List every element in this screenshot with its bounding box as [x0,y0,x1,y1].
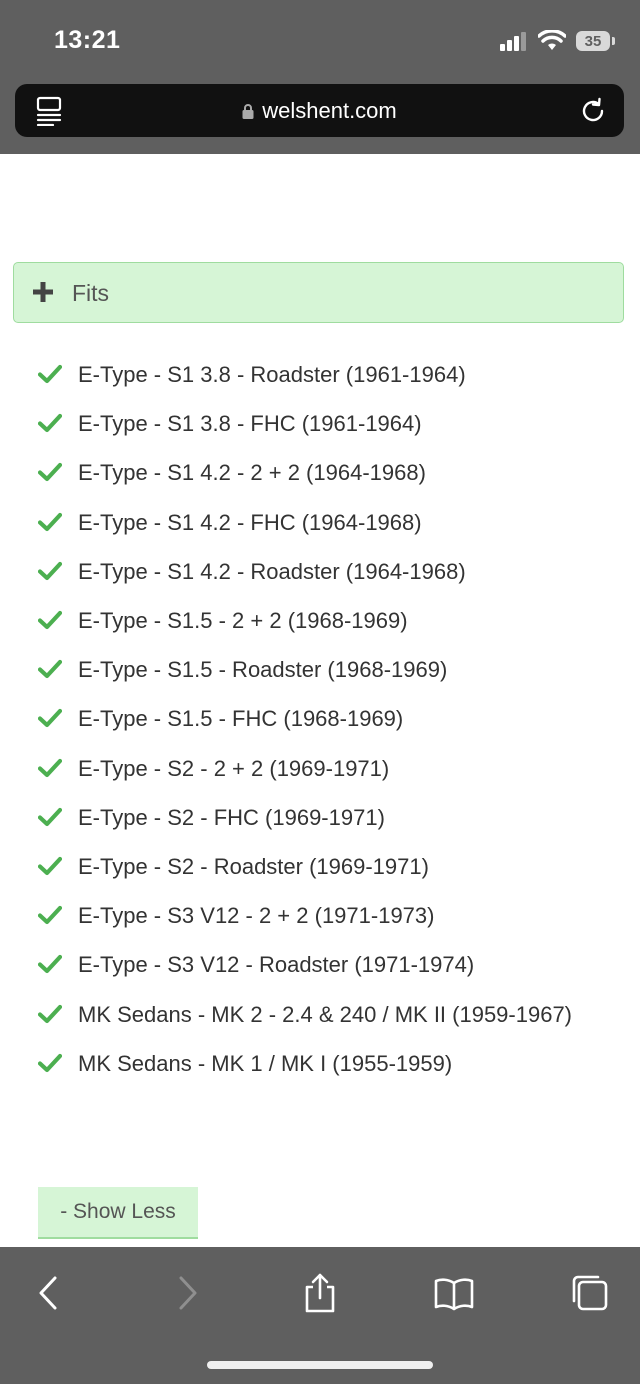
check-icon [38,364,62,384]
status-icons: 35 [500,28,615,54]
plus-icon[interactable] [32,281,54,303]
fitment-label: E-Type - S1 4.2 - FHC (1964-1968) [78,509,422,535]
fitment-label: E-Type - S3 V12 - 2 + 2 (1971-1973) [78,903,435,929]
share-icon[interactable] [300,1273,340,1313]
fitment-label: MK Sedans - MK 2 - 2.4 & 240 / MK II (19… [78,1001,573,1027]
fitment-list-item: E-Type - S2 - 2 + 2 (1969-1971) [38,744,598,793]
check-icon [38,463,62,482]
check-icon [38,856,62,876]
fitment-list-item: E-Type - S1 3.8 - FHC (1961-1964) [38,399,598,448]
check-icon [38,955,62,974]
url-display[interactable]: welshent.com [15,98,624,124]
check-icon [38,807,62,826]
address-bar[interactable]: welshent.com [15,84,624,137]
fitment-label: E-Type - S2 - FHC (1969-1971) [78,804,385,830]
fitment-list-item: E-Type - S1.5 - 2 + 2 (1968-1969) [38,596,598,645]
fitment-label: E-Type - S1.5 - Roadster (1968-1969) [78,657,448,683]
check-icon [38,561,62,580]
fitment-list-item: E-Type - S1 4.2 - FHC (1964-1968) [38,498,598,547]
fitment-list-item: E-Type - S1 4.2 - 2 + 2 (1964-1968) [38,448,598,497]
fits-label: Fits [72,280,110,306]
fitment-list-item: E-Type - S2 - FHC (1969-1971) [38,793,598,842]
lock-icon [242,104,254,119]
fitment-list-item: E-Type - S1.5 - Roadster (1968-1969) [38,645,598,694]
fitment-list-item: E-Type - S1.5 - FHC (1968-1969) [38,694,598,743]
fitment-list: E-Type - S1 3.8 - Roadster (1961-1964) E-… [38,350,598,1088]
fitment-list-item: E-Type - S2 - Roadster (1969-1971) [38,842,598,891]
check-icon [38,512,62,531]
fitment-label: MK Sedans - MK 1 / MK I (1955-1959) [78,1050,453,1076]
fitment-list-item: E-Type - S3 V12 - Roadster (1971-1974) [38,940,598,989]
check-icon [38,660,62,679]
browser-top-chrome: 13:21 35 welshent.com [0,0,640,154]
check-icon [38,906,62,925]
fitment-label: E-Type - S2 - Roadster (1969-1971) [78,854,429,880]
fitment-label: E-Type - S1 3.8 - FHC (1961-1964) [78,411,422,437]
battery-icon: 35 [576,31,615,51]
fitment-label: E-Type - S1 3.8 - Roadster (1961-1964) [78,362,466,387]
forward-icon[interactable] [166,1273,206,1313]
fitment-list-item: E-Type - S3 V12 - 2 + 2 (1971-1973) [38,891,598,940]
fitment-label: E-Type - S1.5 - FHC (1968-1969) [78,706,404,732]
fitment-label: E-Type - S1 4.2 - 2 + 2 (1964-1968) [78,460,426,486]
fitment-list-item: E-Type - S1 3.8 - Roadster (1961-1964) [38,350,598,399]
check-icon [38,1053,62,1072]
home-indicator [207,1361,433,1369]
fitment-list-item: E-Type - S1 4.2 - Roadster (1964-1968) [38,547,598,596]
fitment-label: E-Type - S2 - 2 + 2 (1969-1971) [78,755,390,781]
fitment-label: E-Type - S3 V12 - Roadster (1971-1974) [78,952,475,978]
signal-icon [500,32,526,51]
browser-bottom-toolbar [0,1247,640,1384]
fitment-list-item: MK Sedans - MK 2 - 2.4 & 240 / MK II (19… [38,990,598,1039]
check-icon [38,709,62,728]
check-icon [38,758,62,777]
tabs-icon[interactable] [570,1273,610,1313]
fits-accordion-header[interactable]: Fits [13,262,624,323]
show-less-button[interactable]: - Show Less [38,1187,198,1239]
back-icon[interactable] [30,1273,70,1313]
fitment-label: E-Type - S1.5 - 2 + 2 (1968-1969) [78,608,408,634]
url-text: welshent.com [262,98,397,123]
reload-icon[interactable] [578,96,608,126]
bookmarks-icon[interactable] [434,1273,474,1313]
status-time: 13:21 [54,26,121,54]
check-icon [38,414,62,433]
check-icon [38,610,62,630]
fitment-list-item: MK Sedans - MK 1 / MK I (1955-1959) [38,1039,598,1088]
fitment-label: E-Type - S1 4.2 - Roadster (1964-1968) [78,558,466,584]
wifi-icon [538,30,566,50]
check-icon [38,1004,62,1023]
